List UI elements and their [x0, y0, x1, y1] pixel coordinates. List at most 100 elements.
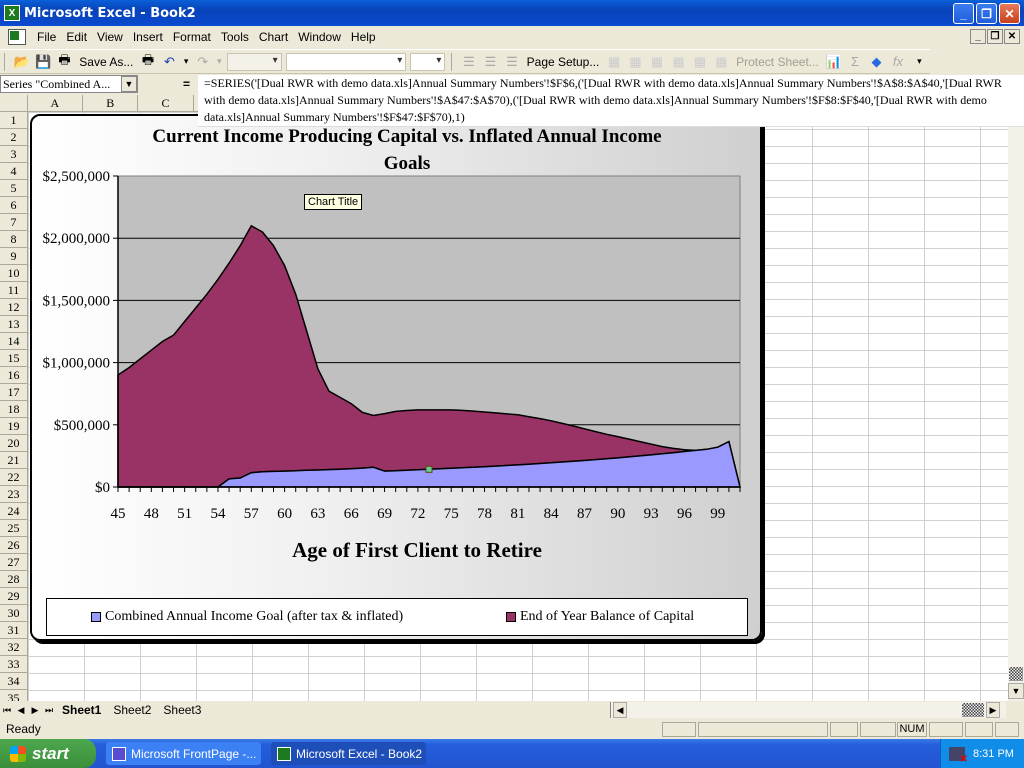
row-header-6[interactable]: 6 [0, 197, 28, 214]
row-header-28[interactable]: 28 [0, 571, 28, 588]
next-sheet-icon[interactable]: ▶ [28, 702, 42, 718]
row-header-18[interactable]: 18 [0, 401, 28, 418]
tab-sheet1[interactable]: Sheet1 [56, 703, 107, 717]
select-all-corner[interactable] [0, 95, 28, 112]
prev-sheet-icon[interactable]: ◀ [14, 702, 28, 718]
print-icon[interactable]: 🖶 [55, 52, 74, 72]
row-header-24[interactable]: 24 [0, 503, 28, 520]
undo-dropdown-icon[interactable]: ▾ [181, 52, 191, 72]
row-header-8[interactable]: 8 [0, 231, 28, 248]
formula-input[interactable]: =SERIES('[Dual RWR with demo data.xls]An… [198, 75, 1024, 127]
row-header-2[interactable]: 2 [0, 129, 28, 146]
column-header-a[interactable]: A [28, 95, 84, 112]
last-sheet-icon[interactable]: ⏭ [42, 702, 56, 718]
row-header-34[interactable]: 34 [0, 673, 28, 690]
save-as-button[interactable]: Save As... [75, 55, 137, 69]
row-header-3[interactable]: 3 [0, 146, 28, 163]
document-icon[interactable] [8, 29, 26, 45]
column-header-b[interactable]: B [83, 95, 139, 112]
legend-item-income-goal[interactable]: Combined Annual Income Goal (after tax &… [91, 609, 403, 625]
row-header-32[interactable]: 32 [0, 639, 28, 656]
menu-view[interactable]: View [92, 30, 128, 44]
menu-file[interactable]: File [32, 30, 61, 44]
tab-sheet3[interactable]: Sheet3 [157, 703, 207, 717]
print-preview-icon[interactable]: 🖶 [138, 52, 157, 72]
menu-window[interactable]: Window [293, 30, 346, 44]
task-frontpage-label: Microsoft FrontPage -... [131, 746, 257, 761]
chart-objects-select[interactable] [227, 52, 282, 71]
vertical-scroll-thumb[interactable] [1009, 667, 1023, 681]
scroll-down-arrow-icon[interactable]: ▼ [1008, 683, 1024, 699]
row-header-27[interactable]: 27 [0, 554, 28, 571]
status-bar: Ready NUM [0, 719, 1024, 739]
row-header-21[interactable]: 21 [0, 452, 28, 469]
row-header-26[interactable]: 26 [0, 537, 28, 554]
row-header-17[interactable]: 17 [0, 384, 28, 401]
row-header-16[interactable]: 16 [0, 367, 28, 384]
name-box-dropdown-icon[interactable]: ▼ [121, 76, 137, 92]
horizontal-scrollbar[interactable]: ◀ ▶ [610, 702, 1006, 718]
first-sheet-icon[interactable]: ⏮ [0, 702, 14, 718]
row-header-22[interactable]: 22 [0, 469, 28, 486]
row-header-23[interactable]: 23 [0, 486, 28, 503]
save-icon[interactable]: 💾 [33, 52, 52, 72]
start-button[interactable]: start [0, 739, 96, 768]
row-header-11[interactable]: 11 [0, 282, 28, 299]
windows-logo-icon [10, 745, 26, 762]
row-header-13[interactable]: 13 [0, 316, 28, 333]
row-header-7[interactable]: 7 [0, 214, 28, 231]
row-header-20[interactable]: 20 [0, 435, 28, 452]
restore-button[interactable]: ❐ [976, 3, 997, 24]
doc-restore-button[interactable]: ❐ [987, 29, 1003, 44]
menu-help[interactable]: Help [346, 30, 381, 44]
page-setup-button[interactable]: Page Setup... [523, 55, 604, 69]
name-box[interactable]: Series "Combined A... [0, 75, 138, 93]
row-header-33[interactable]: 33 [0, 656, 28, 673]
doc-close-button[interactable]: ✕ [1004, 29, 1020, 44]
open-icon[interactable]: 📂 [12, 52, 31, 72]
drawing-icon[interactable]: ◆ [867, 52, 886, 72]
row-header-14[interactable]: 14 [0, 333, 28, 350]
menu-edit[interactable]: Edit [61, 30, 92, 44]
column-header-c[interactable]: C [138, 95, 194, 112]
row-header-35[interactable]: 35 [0, 690, 28, 701]
font-name-select[interactable] [285, 52, 407, 71]
row-header-12[interactable]: 12 [0, 299, 28, 316]
menu-insert[interactable]: Insert [128, 30, 168, 44]
menu-chart[interactable]: Chart [254, 30, 293, 44]
toolbar-options-icon[interactable]: ▾ [910, 52, 929, 72]
horizontal-scroll-thumb[interactable] [962, 703, 984, 717]
menu-format[interactable]: Format [168, 30, 216, 44]
font-size-select[interactable] [410, 52, 446, 71]
vertical-scrollbar[interactable]: ▼ [1008, 95, 1024, 701]
row-header-29[interactable]: 29 [0, 588, 28, 605]
scroll-left-arrow-icon[interactable]: ◀ [613, 702, 627, 718]
menu-tools[interactable]: Tools [216, 30, 254, 44]
scroll-right-arrow-icon[interactable]: ▶ [986, 702, 1000, 718]
row-header-9[interactable]: 9 [0, 248, 28, 265]
minimize-button[interactable]: _ [953, 3, 974, 24]
legend-item-capital[interactable]: End of Year Balance of Capital [506, 609, 694, 625]
row-header-5[interactable]: 5 [0, 180, 28, 197]
task-frontpage[interactable]: Microsoft FrontPage -... [106, 742, 261, 765]
chart-legend[interactable]: Combined Annual Income Goal (after tax &… [46, 598, 748, 636]
chart-wizard-icon[interactable]: 📊 [824, 52, 843, 72]
task-excel[interactable]: Microsoft Excel - Book2 [271, 742, 426, 765]
close-button[interactable]: ✕ [999, 3, 1020, 24]
worksheet-grid[interactable]: ABCDEFGHIJKLMNOPQR 123456789101112131415… [0, 95, 1024, 701]
tab-sheet2[interactable]: Sheet2 [107, 703, 157, 717]
network-disconnected-icon[interactable] [949, 746, 968, 765]
chart-area[interactable]: Current Income Producing Capital vs. Inf… [30, 114, 762, 641]
row-header-15[interactable]: 15 [0, 350, 28, 367]
row-header-1[interactable]: 1 [0, 112, 28, 129]
row-header-25[interactable]: 25 [0, 520, 28, 537]
row-header-30[interactable]: 30 [0, 605, 28, 622]
x-axis-title: Age of First Client to Retire [292, 538, 542, 562]
row-header-31[interactable]: 31 [0, 622, 28, 639]
undo-icon[interactable]: ↶ [160, 52, 179, 72]
row-header-4[interactable]: 4 [0, 163, 28, 180]
toolbar-grip[interactable] [4, 52, 7, 71]
doc-minimize-button[interactable]: _ [970, 29, 986, 44]
row-header-19[interactable]: 19 [0, 418, 28, 435]
row-header-10[interactable]: 10 [0, 265, 28, 282]
